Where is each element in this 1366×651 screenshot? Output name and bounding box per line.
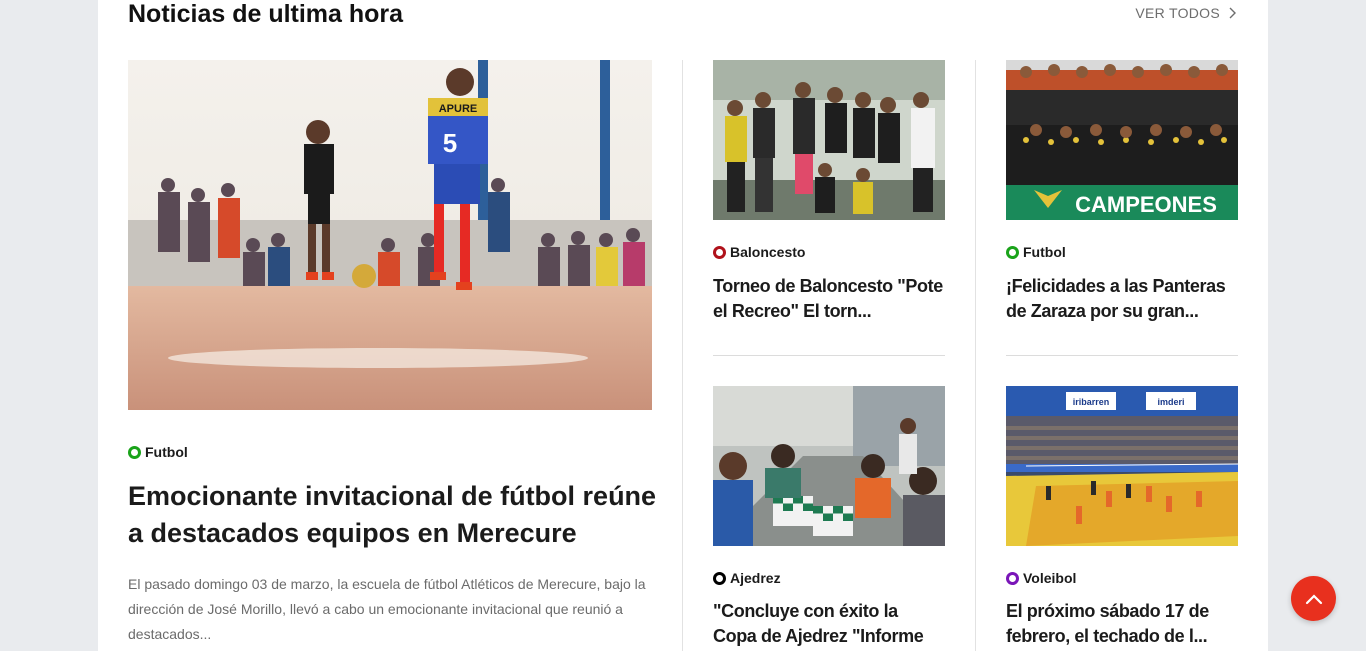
featured-category-label: Futbol [145, 444, 188, 460]
card-image-baloncesto[interactable] [713, 60, 945, 220]
category-dot-icon [1006, 571, 1019, 585]
card-category-label: Baloncesto [730, 244, 806, 260]
view-all-label: VER TODOS [1135, 5, 1220, 21]
column-divider [975, 60, 976, 651]
category-dot-icon [128, 445, 141, 459]
card-title[interactable]: El próximo sábado 17 de febrero, el tech… [1006, 599, 1238, 649]
category-dot-icon [713, 245, 726, 259]
card-image-voleibol[interactable]: iribarren imderi [1006, 386, 1238, 546]
chevron-up-icon [1305, 593, 1322, 604]
featured-image[interactable]: APURE 5 [128, 60, 652, 410]
featured-title[interactable]: Emocionante invitacional de fútbol reúne… [128, 478, 658, 552]
scroll-to-top-button[interactable] [1291, 576, 1336, 621]
card-separator [1006, 355, 1238, 356]
column-divider [682, 60, 683, 651]
category-dot-icon [713, 571, 726, 585]
svg-text:APURE: APURE [439, 103, 478, 115]
section-title: Noticias de ultima hora [128, 0, 404, 28]
card-category[interactable]: Ajedrez [713, 570, 781, 586]
featured-category[interactable]: Futbol [128, 444, 188, 460]
svg-text:imderi: imderi [1157, 397, 1184, 407]
card-category-label: Voleibol [1023, 570, 1077, 586]
card-title[interactable]: ¡Felicidades a las Panteras de Zaraza po… [1006, 274, 1238, 324]
card-image-futbol[interactable]: CAMPEONES [1006, 60, 1238, 220]
card-title[interactable]: "Concluye con éxito la Copa de Ajedrez "… [713, 599, 945, 651]
card-title[interactable]: Torneo de Baloncesto "Pote el Recreo" El… [713, 274, 945, 324]
category-dot-icon [1006, 245, 1019, 259]
svg-text:5: 5 [443, 128, 457, 158]
card-category[interactable]: Futbol [1006, 244, 1066, 260]
card-category[interactable]: Baloncesto [713, 244, 805, 260]
card-separator [713, 355, 945, 356]
card-category-label: Futbol [1023, 244, 1066, 260]
card-image-ajedrez[interactable] [713, 386, 945, 546]
card-category-label: Ajedrez [730, 570, 781, 586]
featured-excerpt: El pasado domingo 03 de marzo, la escuel… [128, 576, 646, 642]
news-section: Noticias de ultima hora VER TODOS APURE … [98, 0, 1268, 651]
chevron-right-icon [1229, 7, 1236, 19]
card-category[interactable]: Voleibol [1006, 570, 1076, 586]
svg-text:CAMPEONES: CAMPEONES [1075, 192, 1217, 217]
view-all-link[interactable]: VER TODOS [1135, 5, 1238, 21]
svg-text:iribarren: iribarren [1073, 397, 1110, 407]
